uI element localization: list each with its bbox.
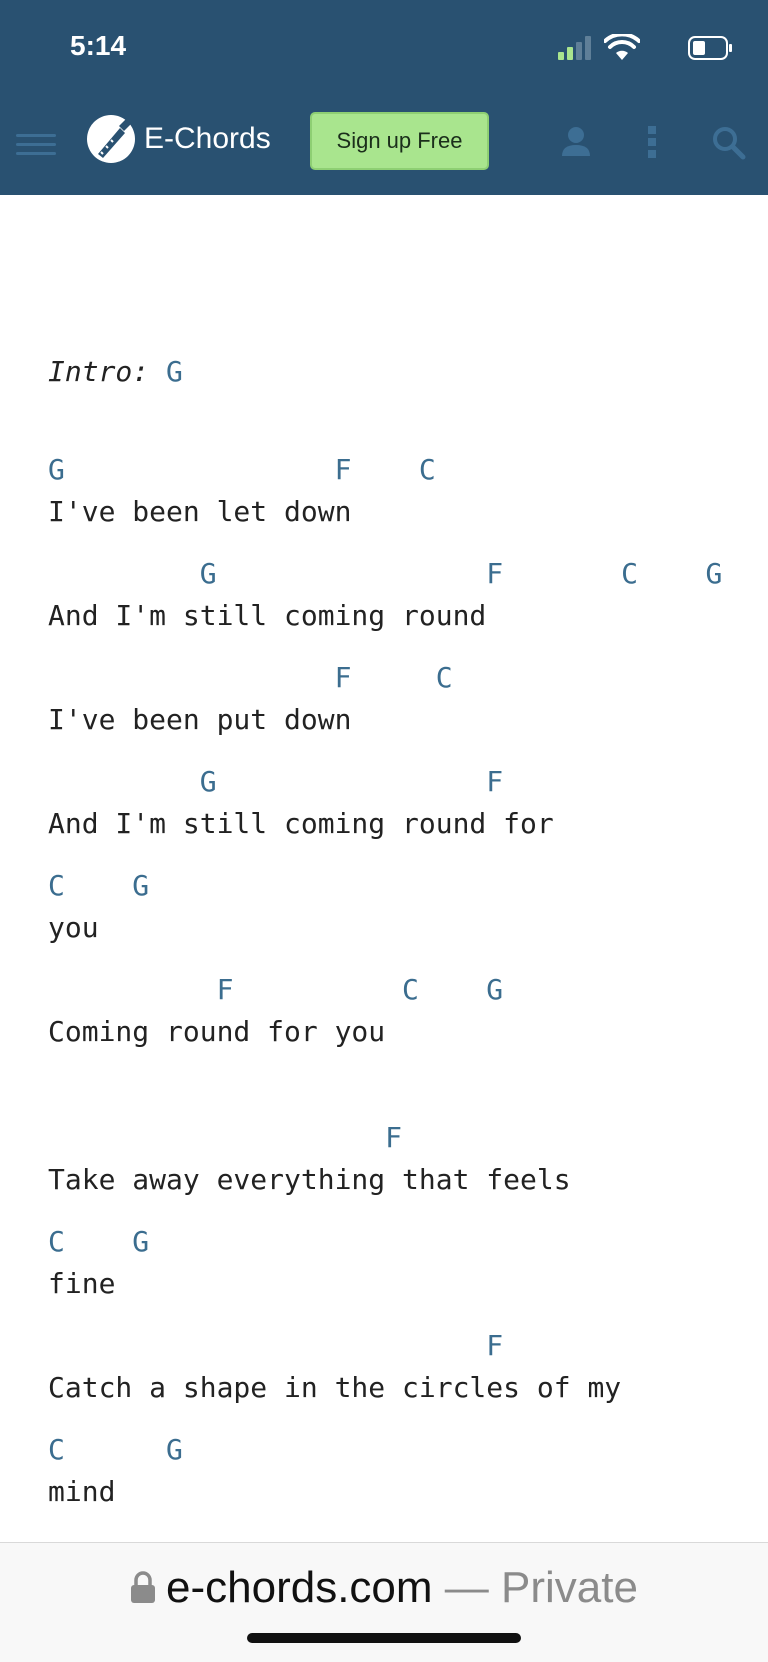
chord-line: C G <box>48 1225 150 1258</box>
lyric-line: mind <box>48 1475 116 1508</box>
search-icon[interactable] <box>708 122 748 162</box>
lyric-line: Catch a shape in the circles of my <box>48 1371 622 1404</box>
battery-icon <box>688 36 732 60</box>
lyric-line: Take away everything that feels <box>48 1163 571 1196</box>
intro-label: Intro: <box>48 355 150 388</box>
url-display[interactable]: e-chords.com — Private <box>0 1563 768 1613</box>
chord-line: C G <box>48 1433 183 1466</box>
lyric-line: I've been put down <box>48 703 352 736</box>
lyric-line: fine <box>48 1267 116 1300</box>
chord-line: F <box>48 1329 504 1362</box>
chord-line: F C <box>48 661 453 694</box>
private-mode-label: Private <box>501 1563 638 1612</box>
chord-line: G F C <box>48 453 436 486</box>
chord-line: F <box>48 1121 403 1154</box>
signup-button[interactable]: Sign up Free <box>310 112 489 170</box>
menu-icon[interactable] <box>16 132 56 158</box>
chord-line: G F C G <box>48 557 723 590</box>
lock-icon <box>131 1571 156 1603</box>
cellular-signal-icon <box>558 36 592 60</box>
user-icon[interactable] <box>556 122 596 162</box>
brand[interactable]: E-Chords <box>86 113 271 165</box>
wifi-icon <box>604 34 640 60</box>
chord-line: G F <box>48 765 504 798</box>
url-separator: — <box>432 1563 502 1612</box>
status-time: 5:14 <box>70 30 127 61</box>
url-bar[interactable]: e-chords.com — Private <box>0 1542 768 1662</box>
intro-chord: G <box>166 355 183 388</box>
lyric-line: I've been let down <box>48 495 352 528</box>
lyric-line: And I'm still coming round <box>48 599 487 632</box>
lyric-line: you <box>48 911 99 944</box>
brand-name: E-Chords <box>144 122 271 155</box>
more-vertical-icon[interactable] <box>632 122 672 162</box>
lyric-line: And I'm still coming round for <box>48 807 554 840</box>
home-indicator[interactable] <box>247 1633 521 1643</box>
guitar-logo-icon <box>87 115 135 163</box>
chord-line: C G <box>48 869 150 902</box>
app-header: 5:14 E-Chords Sign up Free <box>0 0 768 195</box>
intro-line: Intro: G <box>48 355 183 388</box>
lyric-line: Coming round for you <box>48 1015 386 1048</box>
url-domain: e-chords.com <box>166 1563 433 1612</box>
chord-line: F C G <box>48 973 504 1006</box>
